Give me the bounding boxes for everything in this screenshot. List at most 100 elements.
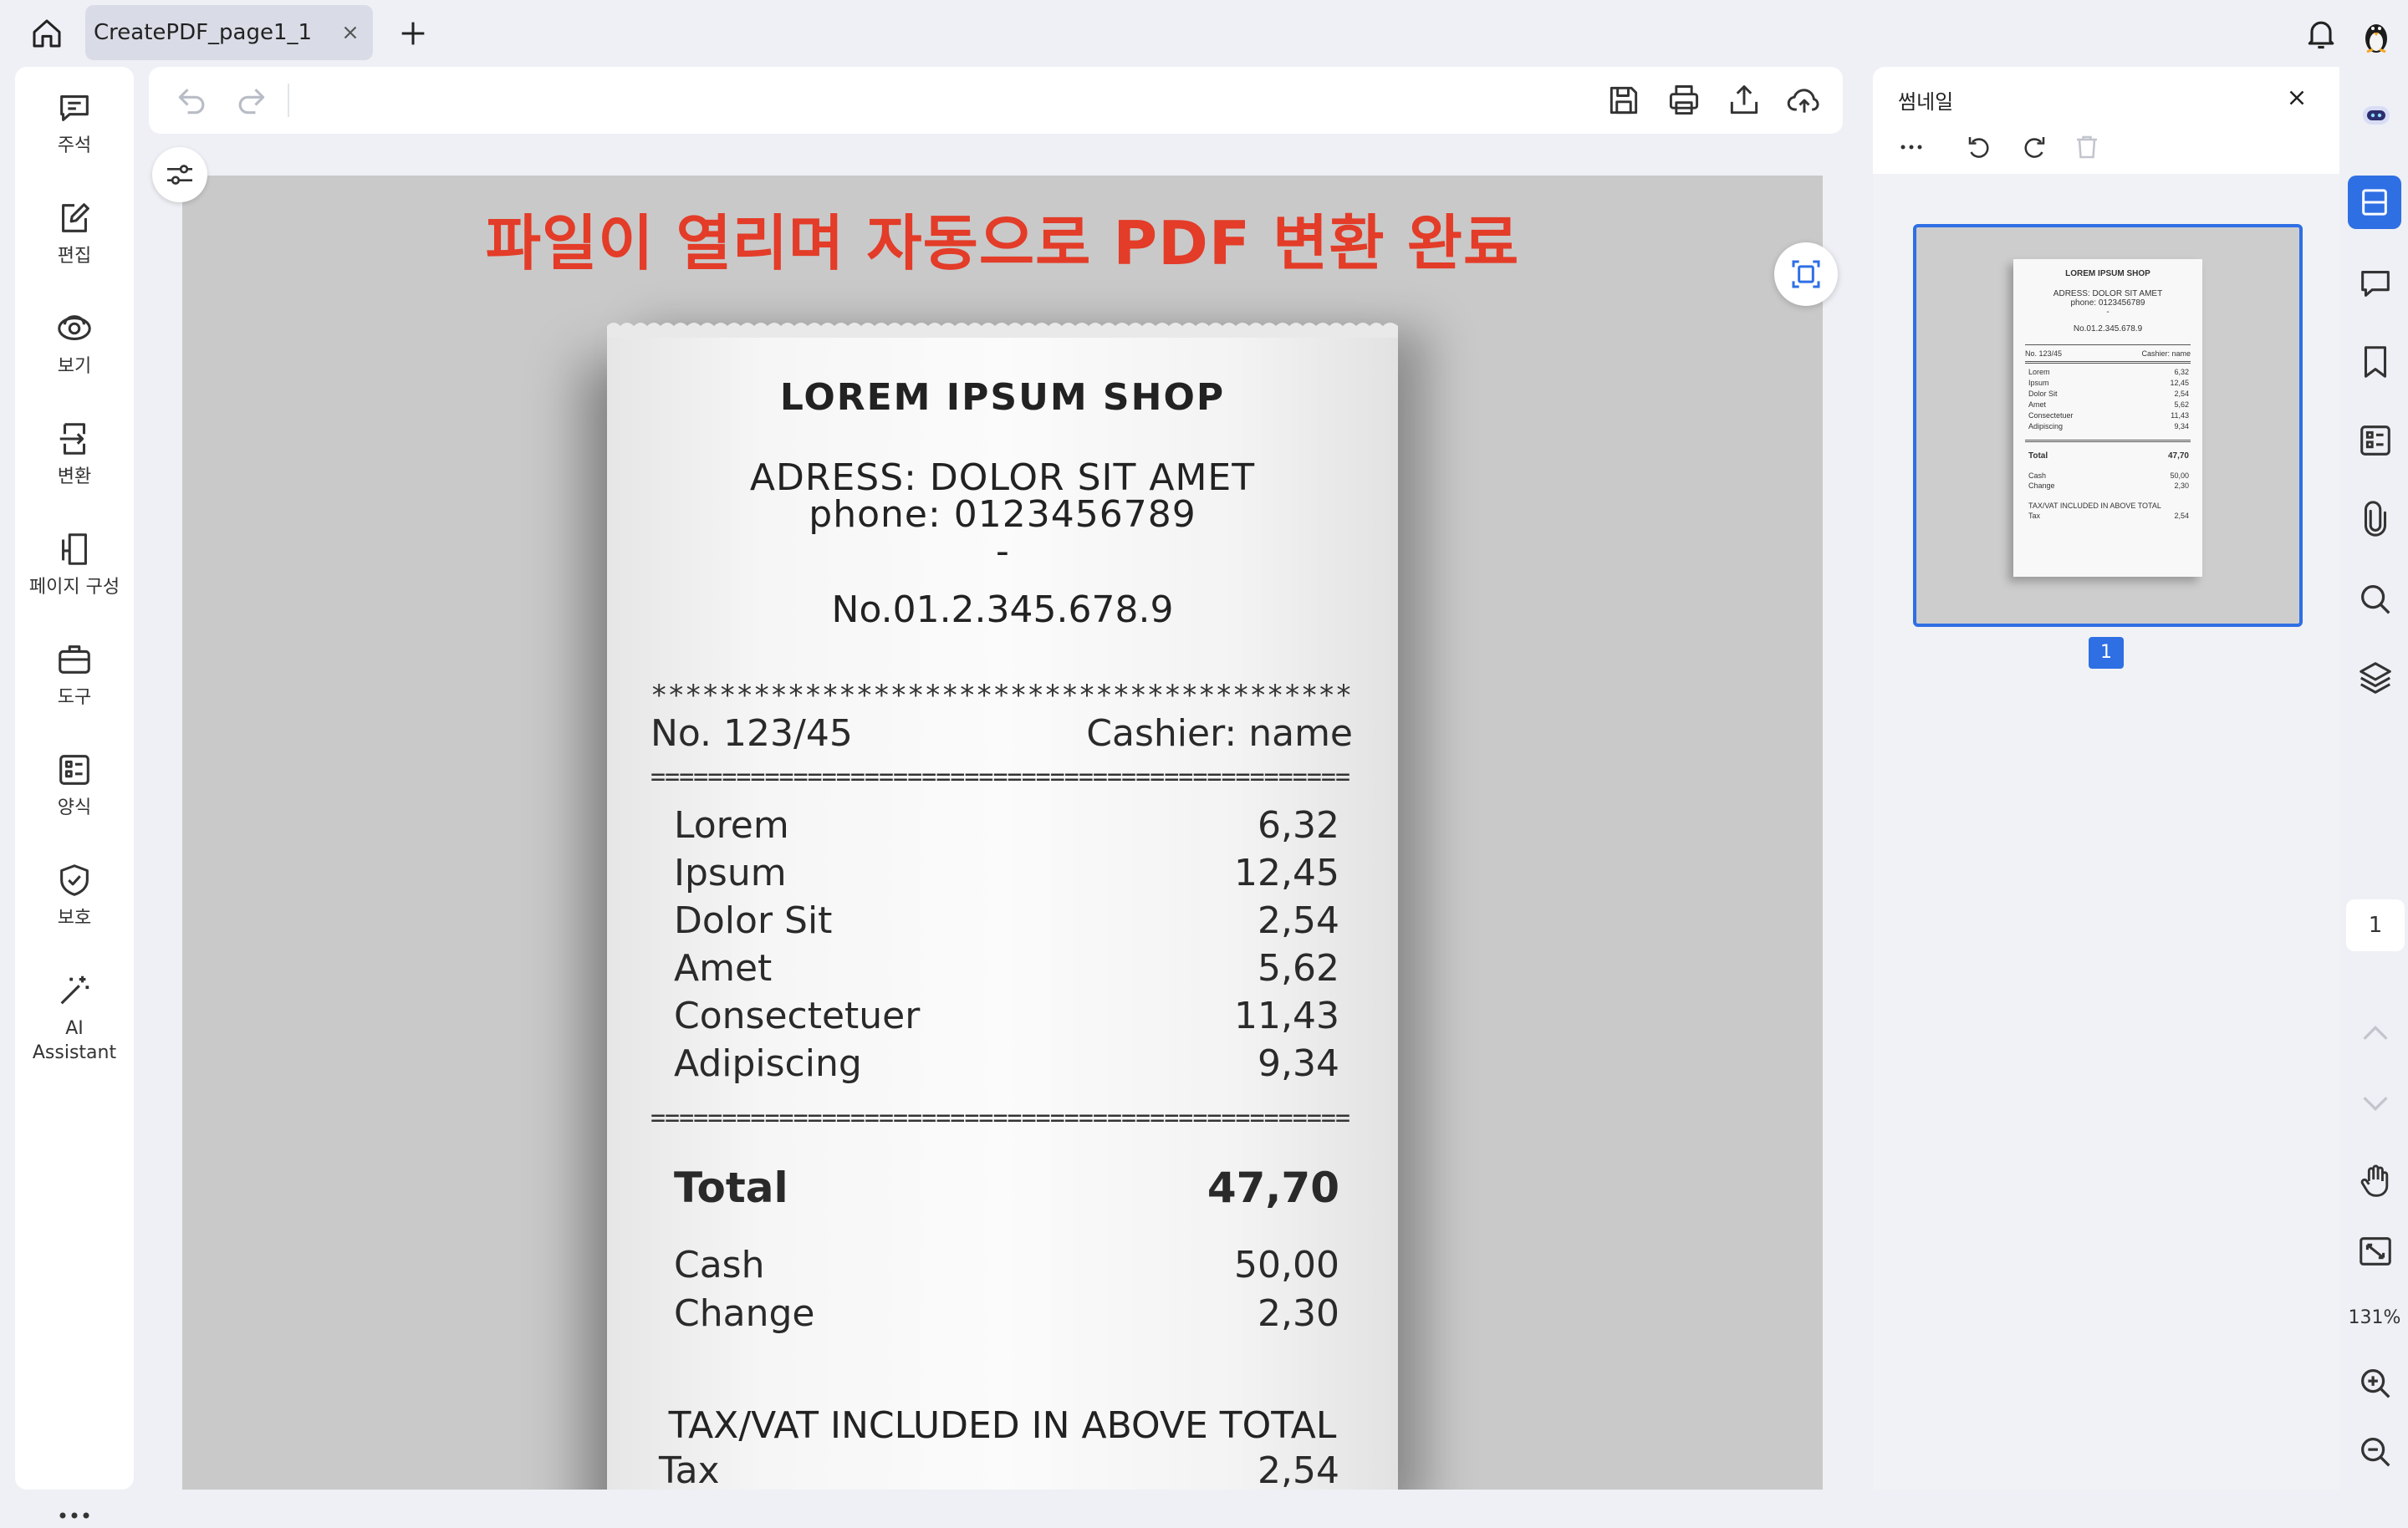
receipt-cashier: Cashier: name: [1086, 712, 1353, 755]
print-icon[interactable]: [1666, 82, 1702, 119]
view-settings-button[interactable]: [152, 147, 207, 202]
search-icon[interactable]: [2356, 580, 2395, 619]
panel-title: 썸네일: [1898, 90, 1954, 114]
home-icon[interactable]: [27, 15, 67, 52]
sidebar-item-view[interactable]: 보기: [15, 309, 134, 379]
mini-item-price: 2,54: [2174, 390, 2189, 398]
sliders-icon: [167, 165, 192, 185]
hand-pan-icon[interactable]: [2356, 1162, 2395, 1200]
item-price: 6,32: [1258, 804, 1339, 847]
cash-value: 50,00: [1234, 1244, 1339, 1286]
mini-item-price: 6,32: [2174, 368, 2189, 376]
mini-address: ADRESS: DOLOR SIT AMET: [2053, 289, 2163, 298]
mini-receipt-no: No. 123/45: [2025, 349, 2063, 358]
notification-bell-icon[interactable]: [2303, 15, 2339, 52]
sidebar-item-label: 변환: [57, 466, 92, 487]
tax-label: Tax: [659, 1449, 720, 1490]
mini-item-name: Ipsum: [2028, 379, 2049, 387]
mini-divider: [2025, 344, 2191, 346]
mini-header-row: No. 123/45 Cashier: name: [2025, 349, 2191, 358]
zoom-out-icon[interactable]: [2356, 1433, 2395, 1471]
sidebar-item-tools[interactable]: 도구: [15, 640, 134, 710]
sidebar-item-label: AI Assistant: [32, 1018, 117, 1063]
layers-icon[interactable]: [2356, 659, 2395, 697]
cloud-upload-icon[interactable]: [1786, 82, 1823, 119]
receipt-item-row: Adipiscing 9,34: [674, 1042, 1339, 1085]
document-canvas[interactable]: 파일이 열리며 자동으로 PDF 변환 완료 LOREM IPSUM SHOP …: [182, 176, 1823, 1490]
mini-change-value: 2,30: [2174, 481, 2189, 490]
mini-item-price: 5,62: [2174, 400, 2189, 409]
mini-total-row: Total 47,70: [2028, 451, 2189, 461]
mini-item-row: Adipiscing 9,34: [2028, 422, 2189, 430]
magic-wand-icon: [60, 975, 89, 1005]
undo-icon[interactable]: [174, 82, 211, 119]
mini-divider: [2025, 361, 2191, 364]
chevron-up-icon[interactable]: [2356, 1015, 2395, 1053]
zoom-in-icon[interactable]: [2356, 1364, 2395, 1403]
receipt-total-row: Total 47,70: [674, 1164, 1339, 1212]
cash-label: Cash: [674, 1244, 765, 1286]
more-options-icon[interactable]: [1898, 130, 1928, 164]
current-page-indicator[interactable]: 1: [2346, 899, 2405, 951]
zoom-level[interactable]: 131%: [2341, 1307, 2408, 1328]
form-fields-icon[interactable]: [2356, 421, 2395, 460]
mini-cash-label: Cash: [2028, 471, 2047, 480]
close-icon[interactable]: [2284, 85, 2309, 110]
item-price: 12,45: [1234, 852, 1339, 894]
redo-icon[interactable]: [232, 82, 269, 119]
sidebar-item-forms[interactable]: 양식: [15, 751, 134, 820]
receipt-dash: -: [996, 530, 1009, 573]
page-thumbnail[interactable]: LOREM IPSUM SHOP ADRESS: DOLOR SIT AMET …: [1913, 224, 2303, 627]
chevron-down-icon[interactable]: [2356, 1083, 2395, 1122]
sidebar-item-annotate[interactable]: 주석: [15, 89, 134, 158]
rotate-right-icon[interactable]: [2018, 132, 2048, 162]
save-icon[interactable]: [1605, 82, 1642, 119]
sidebar-item-page-organize[interactable]: 페이지 구성: [15, 530, 134, 599]
attachment-icon[interactable]: [2356, 500, 2395, 538]
mini-item-name: Amet: [2028, 400, 2047, 409]
share-upload-icon[interactable]: [1726, 82, 1763, 119]
tab-close-icon[interactable]: [339, 22, 361, 43]
sidebar-item-convert[interactable]: 변환: [15, 420, 134, 489]
mini-item-name: Adipiscing: [2028, 422, 2064, 430]
sidebar-item-label: 보호: [57, 908, 92, 929]
item-price: 11,43: [1234, 995, 1339, 1037]
fit-screen-icon[interactable]: [2356, 1232, 2395, 1271]
mini-tax-row: Tax 2,54: [2028, 512, 2189, 520]
thumbnail-view-button[interactable]: [2348, 176, 2401, 229]
document-tab[interactable]: CreatePDF_page1_1: [85, 5, 373, 60]
receipt-item-row: Ipsum 12,45: [674, 852, 1339, 894]
mini-dash: -: [2106, 308, 2110, 317]
item-name: Ipsum: [674, 852, 787, 894]
mini-item-row: Amet 5,62: [2028, 400, 2189, 409]
more-dots-icon[interactable]: [55, 1503, 94, 1528]
item-name: Consectetuer: [674, 995, 921, 1037]
delete-icon[interactable]: [2072, 132, 2102, 162]
sidebar-item-edit[interactable]: 편집: [15, 199, 134, 268]
sidebar-item-ai-assistant[interactable]: AI Assistant: [15, 971, 134, 1065]
mini-number: No.01.2.345.678.9: [2073, 324, 2143, 334]
new-tab-plus-icon[interactable]: [396, 17, 430, 50]
pdf-headline: 파일이 열리며 자동으로 PDF 변환 완료: [485, 208, 1520, 278]
toolbox-icon: [59, 645, 90, 674]
avatar[interactable]: [2354, 12, 2398, 55]
receipt-tax-note: TAX/VAT INCLUDED IN ABOVE TOTAL: [668, 1404, 1337, 1447]
total-value: 47,70: [1207, 1164, 1339, 1212]
receipt-stars-line: ****************************************…: [650, 679, 1353, 712]
mini-item-price: 11,43: [2171, 411, 2189, 420]
comments-icon[interactable]: [2356, 264, 2395, 303]
ai-robot-icon[interactable]: [2360, 99, 2393, 132]
thumbnail-icon: [2362, 189, 2387, 216]
fit-page-button[interactable]: [1774, 242, 1838, 306]
bookmark-icon[interactable]: [2356, 343, 2395, 381]
receipt-number: No.01.2.345.678.9: [831, 588, 1174, 631]
sidebar-item-protect[interactable]: 보호: [15, 861, 134, 930]
eye-icon: [58, 315, 91, 340]
change-value: 2,30: [1258, 1292, 1339, 1335]
rotate-left-icon[interactable]: [1965, 132, 1995, 162]
mini-change-label: Change: [2028, 481, 2055, 490]
mini-cash-row: Cash 50,00: [2028, 471, 2189, 480]
receipt-change-row: Change 2,30: [674, 1292, 1339, 1335]
tax-value: 2,54: [1258, 1449, 1339, 1490]
receipt-cash-row: Cash 50,00: [674, 1244, 1339, 1286]
